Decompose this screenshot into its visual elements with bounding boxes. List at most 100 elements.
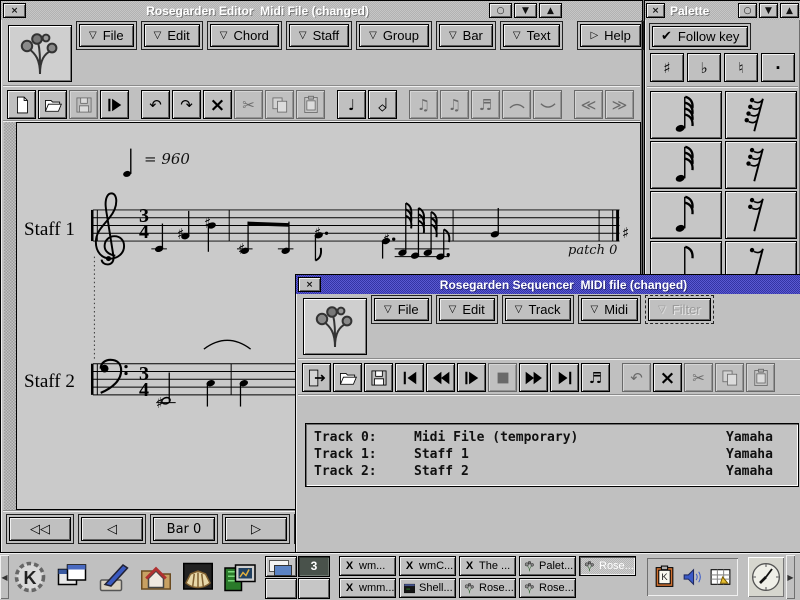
window-list-launcher-button[interactable] <box>51 555 93 599</box>
palette-thirty-second-note-button[interactable] <box>650 141 722 189</box>
sequencer-menu-track[interactable]: ▽Track <box>505 298 571 321</box>
clipboard-tray-icon[interactable]: K <box>652 563 677 591</box>
editor-menu-edit[interactable]: ▽Edit <box>144 24 200 47</box>
task-button-wmm[interactable]: Xwmm... <box>339 578 396 598</box>
editor-rewind-bar-button[interactable]: ≪ <box>574 90 603 119</box>
palette-flat-button[interactable]: ♭ <box>687 53 721 82</box>
sequencer-paste-button[interactable] <box>746 363 775 392</box>
editor-forward-bar-button[interactable]: ≫ <box>605 90 634 119</box>
desktop-pen-launcher-button[interactable] <box>93 555 135 599</box>
palette-sixty-fourth-rest-button[interactable] <box>725 91 797 139</box>
sequencer-save-button[interactable] <box>364 363 393 392</box>
close-icon[interactable]: × <box>298 277 321 292</box>
task-button-shell[interactable]: Shell... <box>399 578 456 598</box>
task-button-rose[interactable]: Rose... <box>519 578 576 598</box>
palette-sixteenth-note-button[interactable] <box>650 191 722 239</box>
editor-copy-button[interactable] <box>265 90 294 119</box>
pager-desktop-3[interactable] <box>265 578 297 599</box>
home-folder-launcher-button[interactable] <box>135 555 177 599</box>
sequencer-menu-filter[interactable]: ▽Filter <box>648 298 711 321</box>
nav-first-bar-button[interactable]: ◁◁ <box>9 517 71 541</box>
editor-play-button[interactable] <box>100 90 129 119</box>
sequencer-notes-button[interactable]: ♬ <box>581 363 610 392</box>
track-row[interactable]: Track 1:Staff 1Yamaha <box>314 446 790 463</box>
sequencer-copy-button[interactable] <box>715 363 744 392</box>
editor-note-group-triplet-button[interactable]: ♬ <box>471 90 500 119</box>
sequencer-menu-midi[interactable]: ▽Midi <box>581 298 639 321</box>
audio-volume-tray-icon[interactable] <box>680 563 705 591</box>
track-list[interactable]: Track 0:Midi File (temporary)YamahaTrack… <box>305 423 799 487</box>
palette-natural-button[interactable]: ♮ <box>724 53 758 82</box>
track-row[interactable]: Track 2:Staff 2Yamaha <box>314 463 790 480</box>
editor-redo-button[interactable]: ↷ <box>172 90 201 119</box>
editor-diamond-note-button[interactable] <box>368 90 397 119</box>
panel-collapse-left-icon[interactable]: ◀ <box>0 555 9 599</box>
editor-menu-bar[interactable]: ▽Bar <box>439 24 493 47</box>
sequencer-undo-button[interactable]: ↶ <box>622 363 651 392</box>
editor-save-button[interactable] <box>69 90 98 119</box>
sticky-icon[interactable]: ○ <box>489 3 512 18</box>
sequencer-titlebar[interactable]: × Rosegarden Sequencer MIDI file (change… <box>296 275 800 294</box>
task-button-wm[interactable]: Xwm... <box>339 556 396 576</box>
sequencer-open-folder-button[interactable] <box>333 363 362 392</box>
pager-desktop-4[interactable] <box>298 578 330 599</box>
editor-note-group-button[interactable]: ♫ <box>409 90 438 119</box>
panel-collapse-right-icon[interactable]: ▶ <box>786 555 795 599</box>
palette-dot-button[interactable]: · <box>761 53 795 82</box>
editor-tie-button[interactable] <box>502 90 531 119</box>
editor-menu-text[interactable]: ▽Text <box>503 24 561 47</box>
sequencer-stop-button[interactable] <box>488 363 517 392</box>
sequencer-fast-forward-button[interactable] <box>519 363 548 392</box>
close-icon[interactable]: × <box>646 3 665 18</box>
editor-menu-group[interactable]: ▽Group <box>359 24 429 47</box>
sticky-icon[interactable]: ○ <box>738 3 757 18</box>
editor-menu-chord[interactable]: ▽Chord <box>210 24 279 47</box>
editor-delete-button[interactable]: × <box>203 90 232 119</box>
sequencer-play-button[interactable] <box>457 363 486 392</box>
editor-new-file-button[interactable] <box>7 90 36 119</box>
sequencer-menu-edit[interactable]: ▽Edit <box>439 298 495 321</box>
task-button-rose[interactable]: Rose... <box>459 578 516 598</box>
editor-undo-button[interactable]: ↶ <box>141 90 170 119</box>
task-button-rose[interactable]: Rose... <box>579 556 636 576</box>
follow-key-toggle[interactable]: ✔ Follow key <box>652 26 748 47</box>
editor-cut-button[interactable]: ✂ <box>234 90 263 119</box>
pager-desktop-2[interactable]: 3 <box>298 556 330 577</box>
task-button-palet[interactable]: Palet... <box>519 556 576 576</box>
sequencer-delete-button[interactable]: × <box>653 363 682 392</box>
editor-menu-staff[interactable]: ▽Staff <box>289 24 349 47</box>
palette-titlebar[interactable]: × Palette ○ ▼ ▲ <box>645 1 800 20</box>
system-monitor-launcher-button[interactable] <box>219 555 261 599</box>
editor-open-folder-button[interactable] <box>38 90 67 119</box>
editor-menu-help[interactable]: ▷Help <box>580 24 640 47</box>
editor-paste-button[interactable] <box>296 90 325 119</box>
palette-sixteenth-rest-button[interactable] <box>725 191 797 239</box>
editor-menu-file[interactable]: ▽File <box>79 24 134 47</box>
nav-next-bar-button[interactable]: ▷ <box>225 517 287 541</box>
sequencer-cut-button[interactable]: ✂ <box>684 363 713 392</box>
sequencer-skip-end-button[interactable] <box>550 363 579 392</box>
close-icon[interactable]: × <box>3 3 26 18</box>
sequencer-import-button[interactable] <box>302 363 331 392</box>
task-button-wmc[interactable]: XwmC... <box>399 556 456 576</box>
table-editor-tray-icon[interactable] <box>708 563 733 591</box>
maximize-icon[interactable]: ▲ <box>539 3 562 18</box>
task-button-the[interactable]: XThe ... <box>459 556 516 576</box>
shell-launcher-button[interactable] <box>177 555 219 599</box>
k-menu-launcher-button[interactable]: K <box>9 555 51 599</box>
pager-desktop-1[interactable] <box>265 556 297 577</box>
track-row[interactable]: Track 0:Midi File (temporary)Yamaha <box>314 429 790 446</box>
nav-prev-bar-button[interactable]: ◁ <box>81 517 143 541</box>
sequencer-skip-start-button[interactable] <box>395 363 424 392</box>
toolbar-drag-handle[interactable] <box>4 122 16 510</box>
editor-quarter-note-button[interactable]: ♩ <box>337 90 366 119</box>
sequencer-menu-file[interactable]: ▽File <box>374 298 429 321</box>
palette-sixty-fourth-note-button[interactable] <box>650 91 722 139</box>
palette-thirty-second-rest-button[interactable] <box>725 141 797 189</box>
nav-bar-indicator-button[interactable]: Bar 0 <box>153 517 215 541</box>
maximize-icon[interactable]: ▲ <box>780 3 799 18</box>
editor-titlebar[interactable]: × Rosegarden Editor Midi File (changed) … <box>1 1 642 20</box>
editor-note-group-dotted-button[interactable]: ♫ <box>440 90 469 119</box>
sequencer-rewind-button[interactable] <box>426 363 455 392</box>
palette-sharp-button[interactable]: ♯ <box>650 53 684 82</box>
